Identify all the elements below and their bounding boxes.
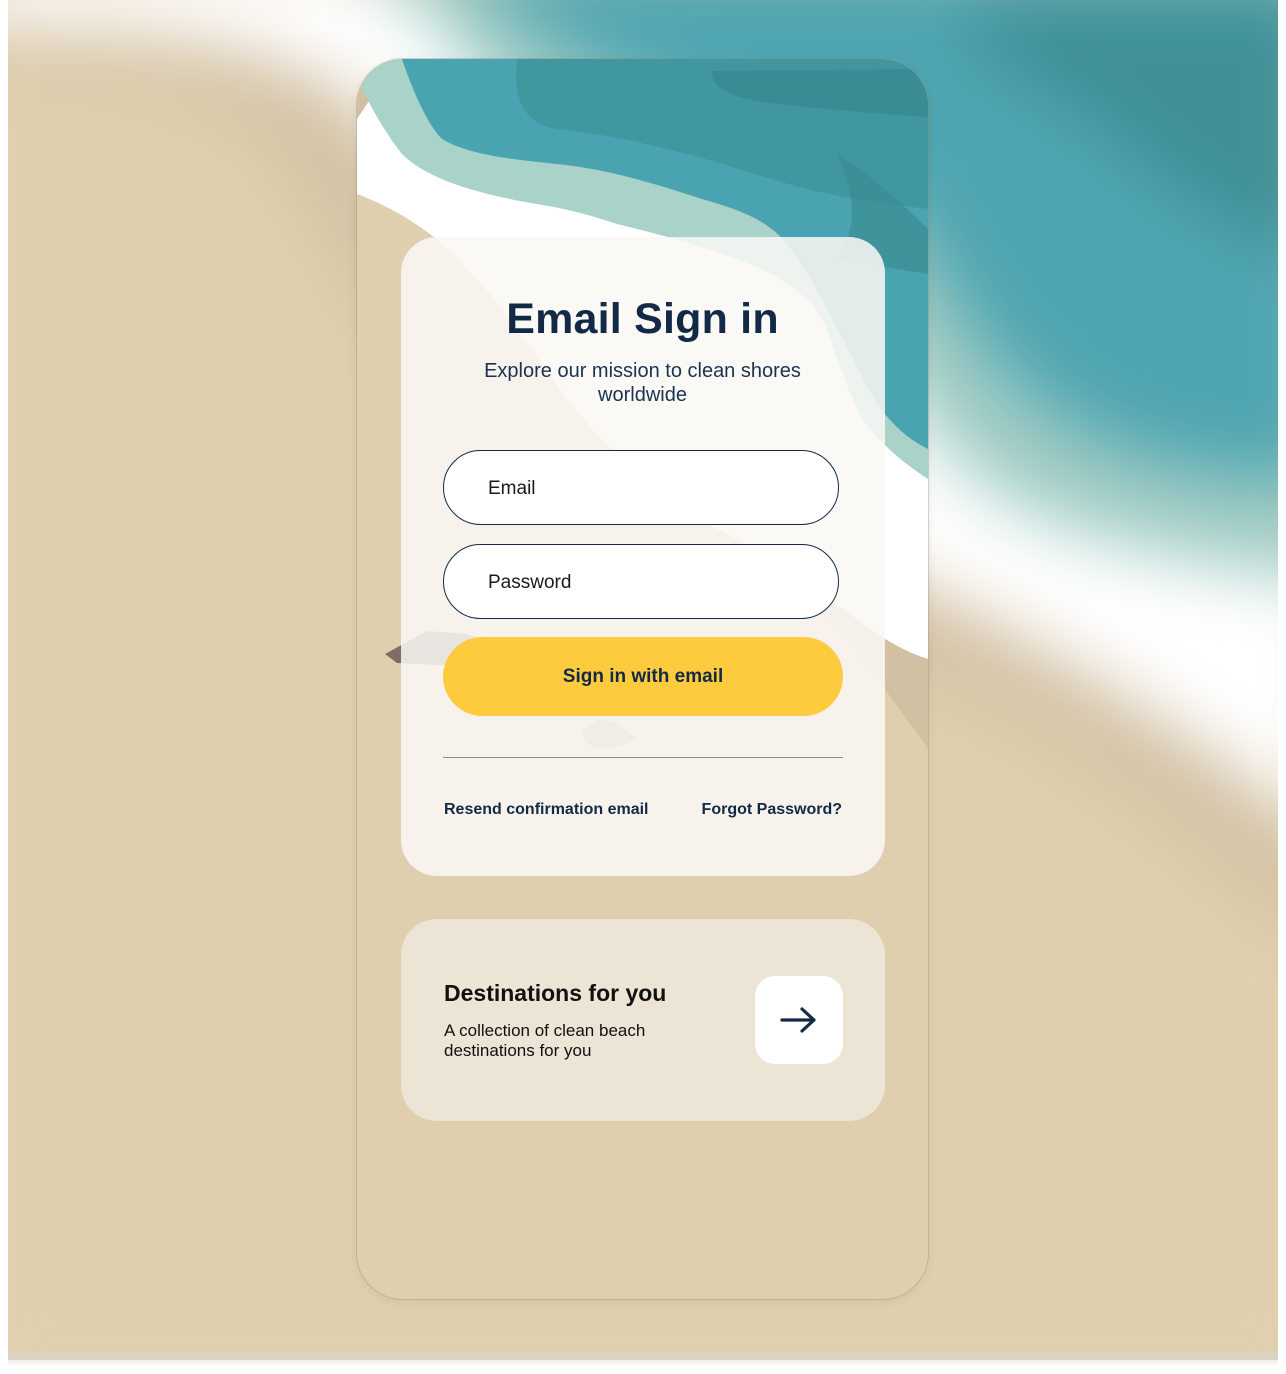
email-field[interactable]: [443, 450, 839, 526]
page-title: Email Sign in: [506, 295, 779, 343]
destinations-title: Destinations for you: [444, 980, 667, 1006]
sign-in-button[interactable]: Sign in with email: [443, 637, 843, 716]
background-bottom-shadow: [8, 1352, 1278, 1366]
email-input[interactable]: [486, 451, 810, 526]
phone-frame: Email Sign in Explore our mission to cle…: [357, 59, 928, 1299]
destinations-card[interactable]: Destinations for you A collection of cle…: [401, 919, 885, 1121]
resend-confirmation-link[interactable]: Resend confirmation email: [444, 801, 649, 819]
password-input[interactable]: [486, 545, 810, 620]
divider: [443, 757, 843, 758]
arrow-right-icon: [780, 1007, 816, 1033]
forgot-password-link[interactable]: Forgot Password?: [702, 801, 842, 819]
app-screen: Email Sign in Explore our mission to cle…: [0, 0, 1286, 1374]
destinations-description: A collection of clean beach destinations…: [444, 1021, 646, 1060]
page-subtitle: Explore our mission to clean shores worl…: [484, 360, 801, 406]
password-field[interactable]: [443, 544, 839, 620]
destinations-go-button[interactable]: [755, 976, 843, 1064]
